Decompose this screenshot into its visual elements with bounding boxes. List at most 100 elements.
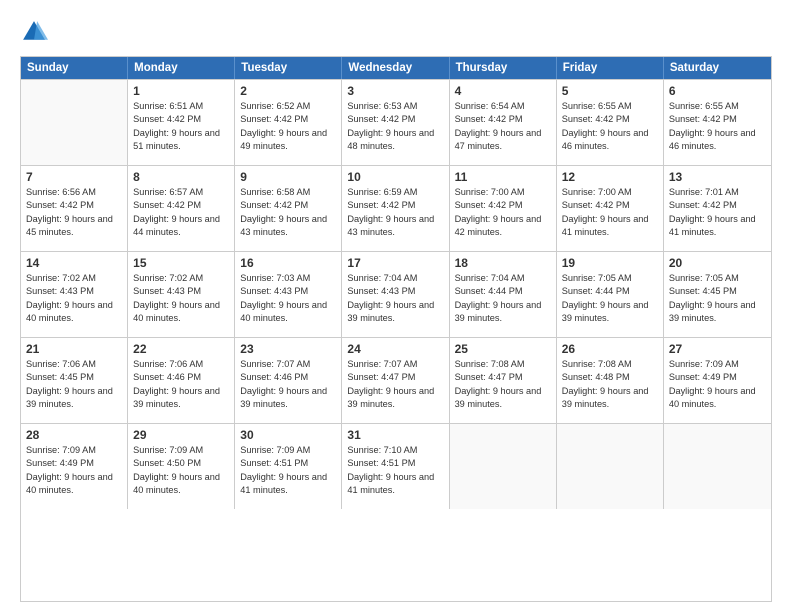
day-number: 28 [26,428,122,442]
day-number: 11 [455,170,551,184]
day-number: 30 [240,428,336,442]
day-info: Sunrise: 6:53 AMSunset: 4:42 PMDaylight:… [347,100,443,153]
calendar-cell: 27 Sunrise: 7:09 AMSunset: 4:49 PMDayligh… [664,338,771,423]
day-number: 13 [669,170,766,184]
day-of-week-header: Tuesday [235,57,342,79]
logo-icon [20,18,48,46]
day-info: Sunrise: 7:09 AMSunset: 4:49 PMDaylight:… [669,358,766,411]
calendar-cell: 7Sunrise: 6:56 AMSunset: 4:42 PMDaylight… [21,166,128,251]
calendar-cell: 10Sunrise: 6:59 AMSunset: 4:42 PMDayligh… [342,166,449,251]
calendar-cell: 5 Sunrise: 6:55 AMSunset: 4:42 PMDaylight… [557,80,664,165]
day-number: 31 [347,428,443,442]
day-number: 9 [240,170,336,184]
day-info: Sunrise: 7:07 AMSunset: 4:46 PMDaylight:… [240,358,336,411]
calendar-cell: 29 Sunrise: 7:09 AMSunset: 4:50 PMDayligh… [128,424,235,509]
calendar-cell: 20 Sunrise: 7:05 AMSunset: 4:45 PMDayligh… [664,252,771,337]
calendar-body: 1 Sunrise: 6:51 AMSunset: 4:42 PMDaylight… [21,79,771,509]
calendar-cell: 9 Sunrise: 6:58 AMSunset: 4:42 PMDaylight… [235,166,342,251]
day-number: 14 [26,256,122,270]
calendar-cell: 4Sunrise: 6:54 AMSunset: 4:42 PMDaylight… [450,80,557,165]
day-info: Sunrise: 6:59 AMSunset: 4:42 PMDaylight:… [347,186,443,239]
calendar-cell: 28 Sunrise: 7:09 AMSunset: 4:49 PMDayligh… [21,424,128,509]
day-info: Sunrise: 6:57 AMSunset: 4:42 PMDaylight:… [133,186,229,239]
day-info: Sunrise: 7:02 AMSunset: 4:43 PMDaylight:… [26,272,122,325]
day-number: 18 [455,256,551,270]
day-of-week-header: Thursday [450,57,557,79]
calendar-cell: 21Sunrise: 7:06 AMSunset: 4:45 PMDayligh… [21,338,128,423]
day-of-week-header: Saturday [664,57,771,79]
day-info: Sunrise: 7:02 AMSunset: 4:43 PMDaylight:… [133,272,229,325]
calendar-cell: 12Sunrise: 7:00 AMSunset: 4:42 PMDayligh… [557,166,664,251]
day-of-week-header: Wednesday [342,57,449,79]
day-number: 8 [133,170,229,184]
day-number: 29 [133,428,229,442]
day-info: Sunrise: 7:08 AMSunset: 4:48 PMDaylight:… [562,358,658,411]
calendar-cell: 13 Sunrise: 7:01 AMSunset: 4:42 PMDayligh… [664,166,771,251]
day-number: 19 [562,256,658,270]
day-number: 5 [562,84,658,98]
day-info: Sunrise: 6:54 AMSunset: 4:42 PMDaylight:… [455,100,551,153]
calendar-cell: 1 Sunrise: 6:51 AMSunset: 4:42 PMDaylight… [128,80,235,165]
calendar-cell: 3 Sunrise: 6:53 AMSunset: 4:42 PMDaylight… [342,80,449,165]
calendar-row: 14 Sunrise: 7:02 AMSunset: 4:43 PMDayligh… [21,251,771,337]
calendar-header: SundayMondayTuesdayWednesdayThursdayFrid… [21,57,771,79]
day-number: 16 [240,256,336,270]
day-info: Sunrise: 7:00 AMSunset: 4:42 PMDaylight:… [455,186,551,239]
day-info: Sunrise: 7:05 AMSunset: 4:44 PMDaylight:… [562,272,658,325]
day-number: 23 [240,342,336,356]
calendar-row: 28 Sunrise: 7:09 AMSunset: 4:49 PMDayligh… [21,423,771,509]
day-info: Sunrise: 6:58 AMSunset: 4:42 PMDaylight:… [240,186,336,239]
calendar-cell: 16 Sunrise: 7:03 AMSunset: 4:43 PMDayligh… [235,252,342,337]
calendar-cell: 8 Sunrise: 6:57 AMSunset: 4:42 PMDaylight… [128,166,235,251]
logo [20,18,52,46]
calendar-cell: 11 Sunrise: 7:00 AMSunset: 4:42 PMDayligh… [450,166,557,251]
calendar-row: 1 Sunrise: 6:51 AMSunset: 4:42 PMDaylight… [21,79,771,165]
day-of-week-header: Sunday [21,57,128,79]
calendar-cell: 23 Sunrise: 7:07 AMSunset: 4:46 PMDayligh… [235,338,342,423]
calendar-cell: 2 Sunrise: 6:52 AMSunset: 4:42 PMDaylight… [235,80,342,165]
day-of-week-header: Monday [128,57,235,79]
calendar-cell [664,424,771,509]
day-info: Sunrise: 7:08 AMSunset: 4:47 PMDaylight:… [455,358,551,411]
calendar-cell: 26 Sunrise: 7:08 AMSunset: 4:48 PMDayligh… [557,338,664,423]
day-info: Sunrise: 7:01 AMSunset: 4:42 PMDaylight:… [669,186,766,239]
day-number: 20 [669,256,766,270]
day-number: 1 [133,84,229,98]
day-info: Sunrise: 7:00 AMSunset: 4:42 PMDaylight:… [562,186,658,239]
day-info: Sunrise: 7:04 AMSunset: 4:44 PMDaylight:… [455,272,551,325]
day-number: 6 [669,84,766,98]
day-info: Sunrise: 6:55 AMSunset: 4:42 PMDaylight:… [562,100,658,153]
calendar-cell [21,80,128,165]
calendar-cell: 22 Sunrise: 7:06 AMSunset: 4:46 PMDayligh… [128,338,235,423]
day-number: 15 [133,256,229,270]
calendar-cell: 19 Sunrise: 7:05 AMSunset: 4:44 PMDayligh… [557,252,664,337]
day-number: 27 [669,342,766,356]
day-number: 25 [455,342,551,356]
calendar-cell: 14 Sunrise: 7:02 AMSunset: 4:43 PMDayligh… [21,252,128,337]
day-number: 2 [240,84,336,98]
day-number: 26 [562,342,658,356]
calendar-cell: 6 Sunrise: 6:55 AMSunset: 4:42 PMDaylight… [664,80,771,165]
day-info: Sunrise: 7:05 AMSunset: 4:45 PMDaylight:… [669,272,766,325]
calendar-row: 7Sunrise: 6:56 AMSunset: 4:42 PMDaylight… [21,165,771,251]
day-info: Sunrise: 6:52 AMSunset: 4:42 PMDaylight:… [240,100,336,153]
day-info: Sunrise: 7:09 AMSunset: 4:50 PMDaylight:… [133,444,229,497]
day-number: 22 [133,342,229,356]
day-info: Sunrise: 6:56 AMSunset: 4:42 PMDaylight:… [26,186,122,239]
day-number: 3 [347,84,443,98]
calendar-row: 21Sunrise: 7:06 AMSunset: 4:45 PMDayligh… [21,337,771,423]
day-info: Sunrise: 7:04 AMSunset: 4:43 PMDaylight:… [347,272,443,325]
day-info: Sunrise: 7:07 AMSunset: 4:47 PMDaylight:… [347,358,443,411]
calendar-cell [450,424,557,509]
day-info: Sunrise: 6:55 AMSunset: 4:42 PMDaylight:… [669,100,766,153]
day-number: 17 [347,256,443,270]
day-number: 21 [26,342,122,356]
day-info: Sunrise: 7:09 AMSunset: 4:49 PMDaylight:… [26,444,122,497]
calendar-cell: 30Sunrise: 7:09 AMSunset: 4:51 PMDayligh… [235,424,342,509]
calendar-cell: 18 Sunrise: 7:04 AMSunset: 4:44 PMDayligh… [450,252,557,337]
day-info: Sunrise: 6:51 AMSunset: 4:42 PMDaylight:… [133,100,229,153]
day-number: 24 [347,342,443,356]
day-info: Sunrise: 7:06 AMSunset: 4:46 PMDaylight:… [133,358,229,411]
day-info: Sunrise: 7:03 AMSunset: 4:43 PMDaylight:… [240,272,336,325]
calendar-cell [557,424,664,509]
